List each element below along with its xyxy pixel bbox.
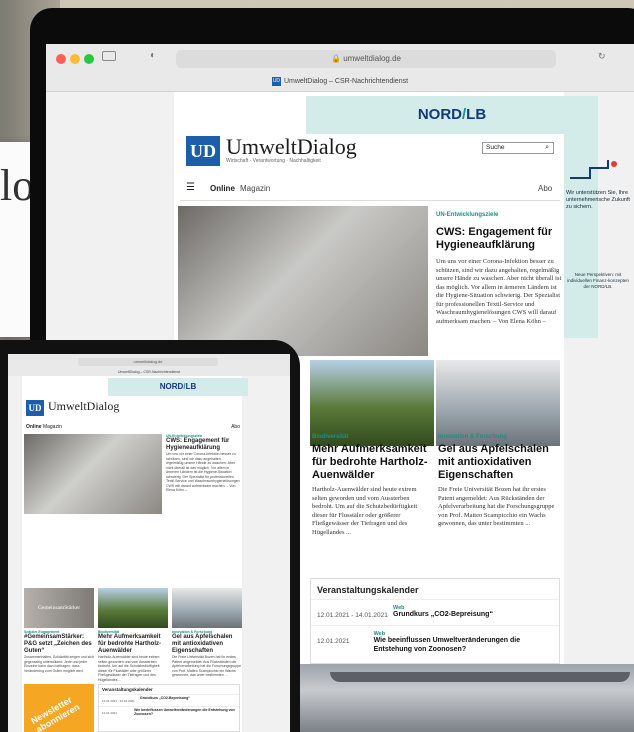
tablet-card-0-title[interactable]: #GemeinsamStärker: P&G setzt „Zeichen de…	[24, 634, 94, 655]
event-calendar-title: Veranstaltungskalender	[317, 585, 419, 595]
athlete-icon	[568, 158, 628, 179]
sidebar-toggle-icon[interactable]	[102, 51, 116, 61]
card-1-body: Die Freie Universität Bozen hat ihr erst…	[438, 486, 555, 527]
close-window-icon[interactable]	[56, 54, 66, 64]
event-date: 12.01.2021	[317, 638, 350, 645]
hamburger-menu-icon[interactable]: ☰	[186, 182, 195, 193]
tablet-event-name[interactable]: Grundkurs „CO2-Bepreisung“	[140, 696, 190, 705]
side-ad-text: Wir unterstützen Sie, Ihre unternehmeris…	[566, 190, 630, 210]
card-1-kicker: Innovation & Forschung	[438, 434, 507, 440]
tab-title: UmweltDialog – CSR-Nachrichtendienst	[283, 78, 409, 85]
tablet-card-1[interactable]: Biodiversität Mehr Aufmerksamkeit für be…	[98, 630, 168, 682]
tablet-hero-teaser[interactable]: UN-Entwicklungsziele CWS: Engagement für…	[166, 434, 240, 493]
card-0-title[interactable]: Mehr Aufmerksamkeit für bedrohte Harthol…	[312, 443, 432, 482]
tablet-nav: Online Magazin Abo	[26, 424, 240, 430]
tablet-banner-text-2: LB	[185, 382, 197, 391]
tablet-event-name[interactable]: Wie beeinflussen Umweltveränderungen die…	[134, 708, 236, 717]
tablet-card-image-gemeinsam[interactable]: GemeinsamStärker	[24, 588, 94, 628]
banner-text-1: NORD	[417, 106, 462, 123]
tablet-event-title: Veranstaltungskalender	[102, 687, 153, 692]
tablet-event-date: 12.01.2021	[102, 711, 118, 715]
event-calendar: Veranstaltungskalender 12.01.2021 - 14.0…	[310, 578, 560, 664]
tablet-card-image-forest[interactable]	[98, 588, 168, 628]
nordlb-banner-ad[interactable]: NORD/LB	[306, 96, 598, 134]
tablet-hero-title[interactable]: CWS: Engagement für Hygieneaufklärung	[166, 438, 240, 452]
hero-teaser[interactable]: UN-Entwicklungsziele CWS: Engagement für…	[436, 212, 562, 326]
address-bar-url: umweltdialog.de	[343, 54, 401, 63]
card-0-kicker: Biodiversität	[312, 434, 349, 440]
nav-online[interactable]: Online	[210, 184, 235, 193]
tablet-nordlb-banner[interactable]: NORD/LB	[108, 378, 248, 396]
event-date: 12.01.2021 - 14.01.2021	[317, 612, 388, 619]
tablet-tab-title[interactable]: UmweltDialog – CSR-Nachrichtendienst	[8, 368, 290, 376]
browser-tab[interactable]: UD UmweltDialog – CSR-Nachrichtendienst	[46, 72, 634, 92]
tablet-card-1-title[interactable]: Mehr Aufmerksamkeit für bedrohte Harthol…	[98, 634, 168, 655]
tablet-hero-image[interactable]	[24, 434, 162, 514]
logo-mark[interactable]: UD	[186, 136, 220, 166]
hero-kicker: UN-Entwicklungsziele	[436, 212, 499, 218]
tablet-card-2-body: Die Freie Universität Bozen hat ihr erst…	[172, 655, 242, 677]
tablet-card-2[interactable]: Innovation & Forschung Gel aus Apfelscha…	[172, 630, 242, 678]
maximize-window-icon[interactable]	[84, 54, 94, 64]
tablet-card-2-title[interactable]: Gel aus Apfelschalen mit antioxidativen …	[172, 634, 242, 655]
tablet-screen: umweltdialog.de UmweltDialog – CSR-Nachr…	[8, 354, 290, 732]
tablet-card-0-body: Zusammenhalten, Solidarität zeigen und s…	[24, 655, 94, 673]
search-input[interactable]: Suche ⌕	[482, 142, 554, 154]
event-name[interactable]: Wie beeinflussen Umweltveränderungen die…	[374, 637, 553, 654]
tablet-nav-magazin[interactable]: Magazin	[43, 424, 62, 430]
nav-magazin[interactable]: Magazin	[240, 184, 270, 193]
tablet-card-1-body: Hartholz-Auenwälder sind heute extrem se…	[98, 655, 160, 682]
event-name[interactable]: Grundkurs „CO2-Bepreisung“	[393, 611, 493, 620]
tablet-hero-body: Um uns vor einer Corona-Infektion besser…	[166, 452, 240, 492]
favicon-icon: UD	[271, 76, 281, 86]
hero-body: Um uns vor einer Corona-Infektion besser…	[436, 258, 562, 325]
search-icon[interactable]: ⌕	[545, 143, 549, 153]
reload-icon[interactable]: ↻	[598, 51, 606, 62]
tablet-event-date: 12.01.2021 - 14.01.2021	[102, 699, 135, 703]
side-ad-small-text: Neue Perspektiven: mit individuellen Fin…	[567, 272, 629, 289]
tablet-banner-text-1: NORD	[159, 382, 184, 391]
card-0-body: Hartholz-Auenwälder sind heute extrem se…	[312, 486, 418, 536]
logo-tagline: Wirtschaft · Verantwortung · Nachhaltigk…	[226, 158, 321, 164]
card-biodiversity[interactable]: Biodiversität Mehr Aufmerksamkeit für be…	[312, 434, 432, 537]
tablet-nav-abo[interactable]: Abo	[231, 424, 240, 430]
tablet-event-row[interactable]: 12.01.2021 Wie beeinflussen Umweltverände…	[99, 706, 239, 718]
tablet-newsletter-banner[interactable]: Newsletter abonnieren	[24, 684, 94, 732]
tablet-card-0[interactable]: Sozialer Engagement #GemeinsamStärker: P…	[24, 630, 94, 673]
banner-text-2: LB	[466, 106, 487, 123]
event-row[interactable]: 12.01.2021 - 14.01.2021 Web Grundkurs „CO…	[311, 599, 559, 625]
tablet-event-row[interactable]: 12.01.2021 - 14.01.2021 Grundkurs „CO2-Be…	[99, 694, 239, 706]
tablet-address-bar[interactable]: umweltdialog.de	[78, 358, 218, 366]
tablet-logo-name[interactable]: UmweltDialog	[48, 399, 119, 414]
nav-abo[interactable]: Abo	[538, 184, 552, 193]
tablet-event-calendar: Veranstaltungskalender 12.01.2021 - 14.0…	[98, 684, 240, 732]
hero-image-handwashing[interactable]	[178, 206, 428, 356]
card-innovation[interactable]: Innovation & Forschung Gel aus Apfelscha…	[438, 434, 558, 529]
tablet-newsletter-text: Newsletter abonnieren	[29, 694, 82, 732]
event-row[interactable]: 12.01.2021 Web Wie beeinflussen Umweltver…	[311, 625, 559, 654]
address-bar[interactable]: 🔒 umweltdialog.de	[176, 50, 556, 68]
minimize-window-icon[interactable]	[70, 54, 80, 64]
search-placeholder: Suche	[486, 144, 505, 151]
nav-divider	[180, 200, 560, 201]
tablet-nav-online[interactable]: Online	[26, 424, 42, 430]
card-1-title[interactable]: Gel aus Apfelschalen mit antioxidativen …	[438, 443, 558, 482]
tablet-card-image-lab[interactable]	[172, 588, 242, 628]
logo-name[interactable]: UmweltDialog	[226, 134, 357, 160]
hero-title[interactable]: CWS: Engagement für Hygieneaufklärung	[436, 226, 562, 252]
privacy-shield-icon[interactable]: ◐	[150, 50, 156, 61]
laptop-slot	[330, 672, 630, 682]
tablet-logo-mark[interactable]: UD	[26, 400, 44, 416]
